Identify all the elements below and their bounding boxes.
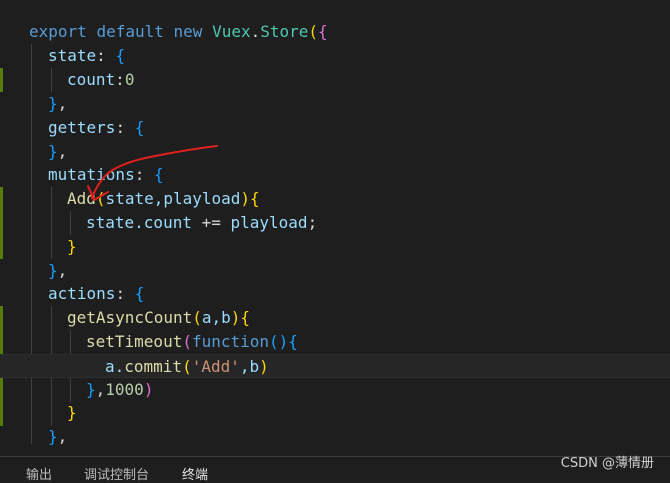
token-bracket: {: [240, 308, 251, 327]
token-punct: :: [134, 165, 145, 184]
token-operator: +=: [191, 213, 231, 232]
code-line-6[interactable]: },: [0, 140, 670, 164]
token-bracket: }: [48, 427, 58, 446]
code-line-16[interactable]: },1000): [0, 378, 670, 402]
code-line-8[interactable]: Add(state,playload){: [0, 187, 670, 211]
code-line-4[interactable]: },: [0, 92, 670, 116]
code-line-17[interactable]: }: [0, 401, 670, 425]
token-punct: :: [115, 70, 125, 89]
token-function: Add: [67, 189, 96, 208]
code-line-11[interactable]: },: [0, 259, 670, 283]
token-punct: ,: [57, 142, 68, 161]
token-number: 0: [124, 70, 135, 89]
code-line-18[interactable]: },: [0, 425, 670, 449]
token-punct: ,: [57, 94, 68, 113]
token-punct: :: [115, 118, 126, 137]
token-number: 1000: [105, 380, 144, 399]
token-function: setTimeout: [86, 332, 183, 351]
token-punct: ;: [307, 213, 318, 232]
token-property: state.count: [86, 213, 192, 232]
token-bracket: }: [86, 380, 96, 399]
token-property: actions: [48, 284, 116, 303]
token-bracket: {: [134, 284, 145, 303]
code-line-9[interactable]: state.count += playload;: [0, 211, 670, 235]
token-keyword: new: [173, 22, 203, 41]
token-function: getAsyncCount: [67, 308, 193, 327]
token-bracket: }: [48, 94, 58, 113]
token-params: a,b: [201, 308, 231, 327]
token-bracket: (): [269, 332, 289, 351]
token-bracket: }: [48, 261, 58, 280]
tab-output[interactable]: 输出: [26, 464, 52, 483]
token-bracket: {: [153, 165, 164, 184]
code-line-13[interactable]: getAsyncCount(a,b){: [0, 306, 670, 330]
token-bracket: }: [67, 403, 77, 422]
tab-debug-console[interactable]: 调试控制台: [84, 464, 149, 483]
token-string: 'Add': [191, 357, 240, 376]
code-line-12[interactable]: actions: {: [0, 282, 670, 306]
token-bracket: ): [143, 380, 154, 399]
token-property: state: [48, 46, 97, 65]
token-variable: a.: [105, 357, 125, 376]
token-function: commit: [124, 357, 183, 376]
token-bracket: ): [230, 308, 241, 327]
token-property: mutations: [48, 165, 135, 184]
token-variable: ,b: [239, 357, 260, 376]
token-punct: :: [96, 46, 106, 65]
token-bracket: }: [48, 142, 58, 161]
token-property: count: [67, 70, 116, 89]
token-property: getters: [48, 118, 116, 137]
token-class: Store: [260, 22, 309, 41]
token-params: state,playload: [105, 189, 241, 208]
token-bracket: (: [308, 22, 319, 41]
token-bracket: (: [192, 308, 202, 327]
token-bracket: {: [318, 22, 328, 41]
tab-terminal[interactable]: 终端: [182, 464, 208, 483]
token-bracket: }: [67, 237, 77, 256]
token-punct: ,: [57, 427, 68, 446]
token-bracket: (: [95, 189, 106, 208]
token-bracket: {: [288, 332, 298, 351]
token-keyword: export: [29, 22, 87, 41]
token-class: Vuex: [212, 22, 251, 41]
token-punct: :: [115, 284, 126, 303]
code-line-3[interactable]: count:0: [0, 68, 670, 92]
token-bracket: {: [115, 46, 126, 65]
token-punct: ,: [95, 380, 106, 399]
token-punct: ,: [57, 261, 68, 280]
token-bracket: ): [240, 189, 251, 208]
token-bracket: {: [134, 118, 145, 137]
code-line-10[interactable]: }: [0, 235, 670, 259]
token-bracket: ): [259, 357, 269, 376]
code-line-14[interactable]: setTimeout(function(){: [0, 330, 670, 354]
code-editor[interactable]: export default new Vuex.Store({ state: {…: [0, 0, 670, 456]
code-line-1[interactable]: export default new Vuex.Store({: [0, 20, 670, 44]
token-bracket: (: [182, 357, 192, 376]
token-bracket: {: [250, 189, 260, 208]
token-punct: .: [250, 22, 261, 41]
token-keyword: default: [96, 22, 164, 41]
watermark: CSDN @薄情册: [560, 456, 654, 471]
token-keyword: function: [191, 332, 270, 351]
token-bracket: (: [182, 332, 192, 351]
code-line-5[interactable]: getters: {: [0, 116, 670, 140]
code-line-15-current[interactable]: a.commit('Add',b): [0, 354, 670, 378]
token-variable: playload: [230, 213, 308, 232]
code-line-2[interactable]: state: {: [0, 44, 670, 68]
code-line-7[interactable]: mutations: {: [0, 163, 670, 187]
